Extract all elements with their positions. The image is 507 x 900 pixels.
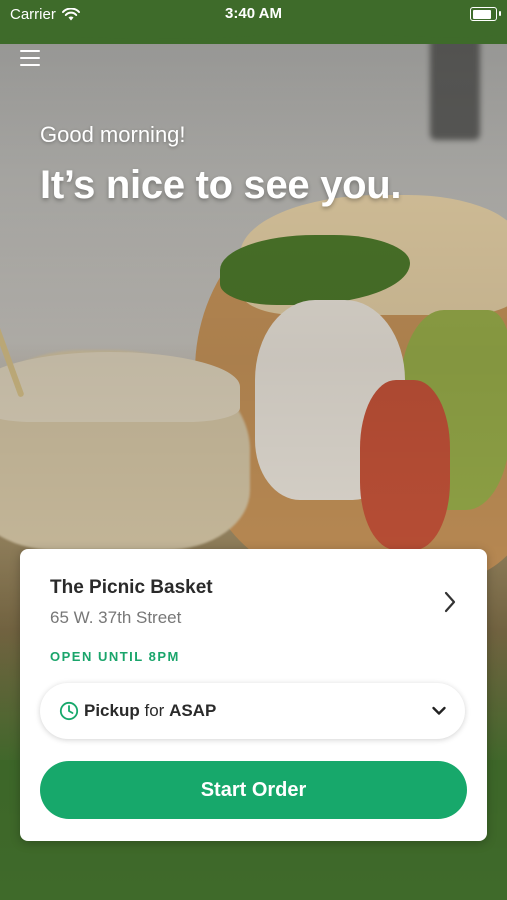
start-order-button[interactable]: Start Order	[40, 761, 467, 819]
headline-text: It’s nice to see you.	[40, 163, 402, 207]
order-connector: for	[144, 701, 165, 720]
status-bar: Carrier 3:40 AM	[0, 0, 507, 44]
order-mode-text: Pickup for ASAP	[84, 701, 216, 721]
hamburger-menu-icon[interactable]	[18, 47, 44, 69]
status-bar-wave	[0, 26, 507, 40]
order-time: ASAP	[169, 701, 217, 720]
store-name: The Picnic Basket	[50, 577, 213, 598]
status-time: 3:40 AM	[225, 5, 282, 22]
greeting-text: Good morning!	[40, 122, 186, 147]
order-mode-selector[interactable]: Pickup for ASAP	[40, 683, 465, 739]
battery-tip	[499, 11, 501, 16]
chevron-down-icon	[432, 706, 446, 715]
order-method: Pickup	[84, 701, 140, 720]
store-address: 65 W. 37th Street	[50, 608, 182, 627]
store-card: The Picnic Basket 65 W. 37th Street OPEN…	[20, 549, 487, 841]
store-hours-status: OPEN UNTIL 8PM	[50, 649, 180, 664]
battery-icon	[470, 7, 497, 21]
clock-icon	[59, 701, 79, 721]
chevron-right-icon[interactable]	[439, 589, 461, 615]
